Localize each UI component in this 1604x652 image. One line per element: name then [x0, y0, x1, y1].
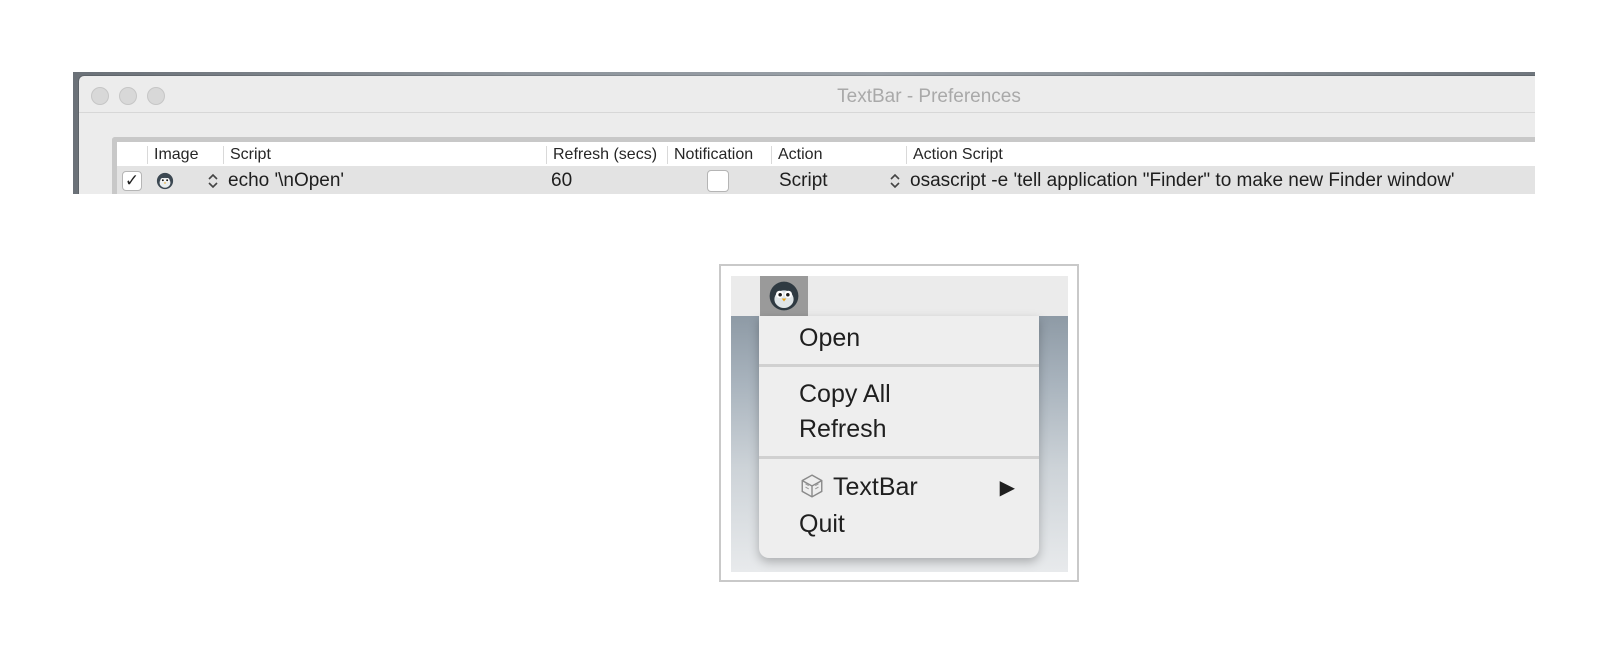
status-bar-item[interactable] — [760, 276, 808, 316]
column-header-action[interactable]: Action — [771, 146, 822, 164]
title-divider — [79, 112, 1535, 113]
column-header-action-script[interactable]: Action Script — [906, 146, 1003, 164]
checkmark-icon: ✓ — [124, 171, 140, 190]
action-cell[interactable]: Script — [779, 170, 828, 192]
penguin-icon[interactable] — [156, 172, 174, 190]
menu-item-refresh[interactable]: Refresh — [799, 414, 887, 444]
menu-separator — [759, 364, 1039, 367]
stepper-icon — [208, 173, 218, 189]
menu-item-copy-all[interactable]: Copy All — [799, 379, 891, 409]
table-row[interactable]: ✓ echo '\nOpen' 60 Script osascript -e '… — [117, 166, 1535, 194]
desktop-background: Open Copy All Refresh TextBar ▶ Quit — [731, 276, 1068, 572]
menu-item-open[interactable]: Open — [799, 323, 860, 353]
menu-bar — [731, 276, 1068, 316]
status-menu: Open Copy All Refresh TextBar ▶ Quit — [759, 316, 1039, 558]
submenu-arrow-icon: ▶ — [999, 477, 1015, 499]
stepper-icon — [890, 173, 900, 189]
column-header-script[interactable]: Script — [223, 146, 271, 164]
preferences-window: TextBar - Preferences Image Script Refre… — [79, 76, 1535, 194]
column-header-refresh[interactable]: Refresh (secs) — [546, 146, 657, 164]
menu-separator — [759, 456, 1039, 459]
table-header: Image Script Refresh (secs) Notification… — [117, 142, 1535, 166]
action-script-cell[interactable]: osascript -e 'tell application "Finder" … — [910, 170, 1455, 192]
window-title: TextBar - Preferences — [837, 86, 1021, 107]
preferences-window-crop: TextBar - Preferences Image Script Refre… — [73, 72, 1535, 194]
image-stepper[interactable] — [207, 172, 219, 191]
column-header-notification[interactable]: Notification — [667, 146, 753, 164]
script-cell[interactable]: echo '\nOpen' — [228, 170, 344, 192]
scripts-table: Image Script Refresh (secs) Notification… — [112, 137, 1535, 194]
menu-screenshot-frame: Open Copy All Refresh TextBar ▶ Quit — [719, 264, 1079, 582]
title-bar: TextBar - Preferences — [79, 76, 1535, 112]
enabled-checkbox[interactable]: ✓ — [122, 171, 142, 191]
textbar-cube-icon — [801, 474, 823, 498]
refresh-cell[interactable]: 60 — [551, 170, 572, 192]
menu-item-quit[interactable]: Quit — [799, 509, 845, 539]
penguin-icon — [769, 281, 799, 311]
column-header-image[interactable]: Image — [147, 146, 198, 164]
notification-checkbox[interactable] — [707, 170, 729, 192]
action-stepper[interactable] — [889, 172, 901, 194]
menu-item-textbar[interactable]: TextBar — [833, 472, 918, 502]
